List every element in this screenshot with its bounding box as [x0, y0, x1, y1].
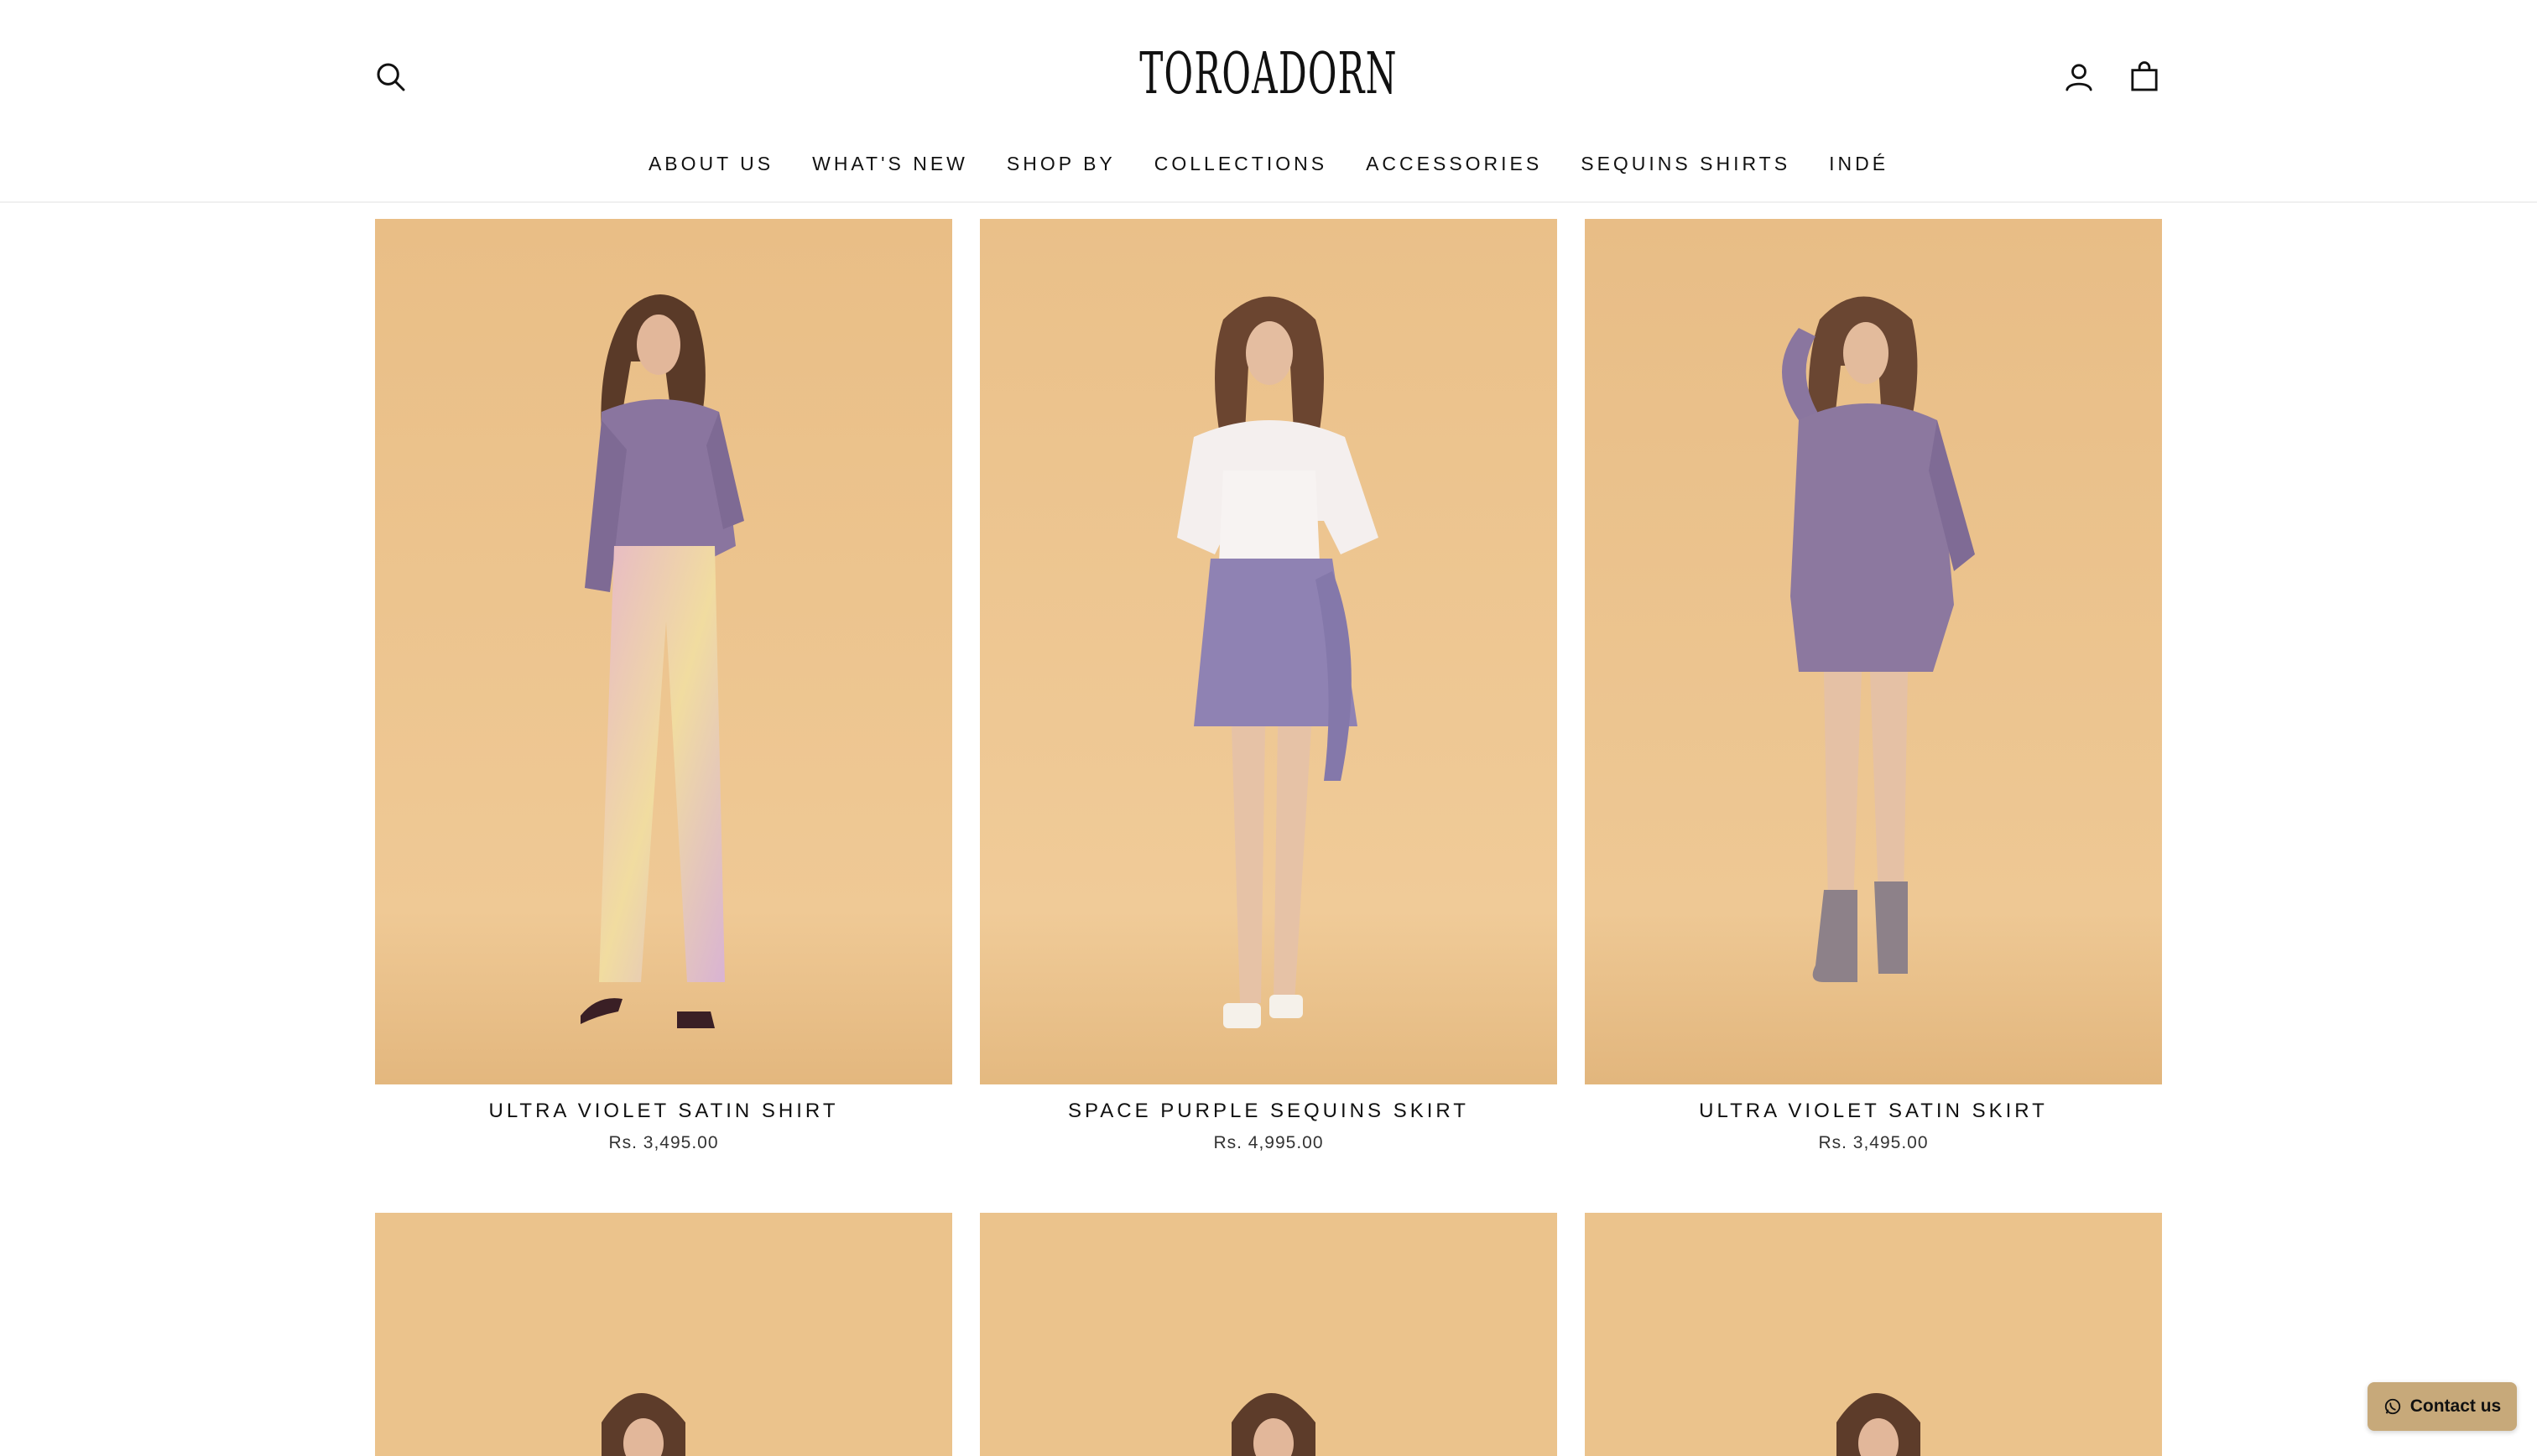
product-title[interactable]: ULTRA VIOLET SATIN SHIRT: [375, 1100, 952, 1123]
product-image[interactable]: [980, 1213, 1557, 1456]
whatsapp-icon: [2384, 1398, 2400, 1415]
contact-us-label: Contact us: [2409, 1396, 2502, 1416]
nav-item-whats-new[interactable]: WHAT'S NEW: [812, 148, 968, 186]
product-price: Rs. 4,995.00: [1213, 1133, 1324, 1152]
user-icon: [2066, 64, 2092, 91]
product-price: Rs. 3,495.00: [1818, 1133, 1929, 1152]
contact-us-button[interactable]: Contact us: [2368, 1382, 2517, 1431]
product-price: Rs. 3,495.00: [608, 1133, 719, 1152]
brand-logo[interactable]: TOROADORN: [1139, 40, 1396, 107]
product-image[interactable]: [1585, 1213, 2162, 1456]
nav-item-accessories[interactable]: ACCESSORIES: [1366, 148, 1542, 186]
site-header: TOROADORN ABOUT US WHAT'S NEW SHOP BY CO…: [0, 0, 2537, 203]
account-button[interactable]: [2055, 54, 2102, 101]
product-card[interactable]: SPACE PURPLE SEQUINS SKIRT Rs. 4,995.00: [980, 219, 1557, 1153]
product-image[interactable]: [375, 1213, 952, 1456]
nav-item-collections[interactable]: COLLECTIONS: [1154, 148, 1327, 186]
product-card[interactable]: ULTRA VIOLET SATIN SKIRT Rs. 3,495.00: [1585, 219, 2162, 1153]
product-image[interactable]: [980, 219, 1557, 1084]
product-image[interactable]: [1585, 219, 2162, 1084]
search-button[interactable]: [367, 54, 414, 101]
product-title[interactable]: SPACE PURPLE SEQUINS SKIRT: [980, 1100, 1557, 1123]
search-icon: [377, 63, 405, 91]
product-image[interactable]: [375, 219, 952, 1084]
cart-button[interactable]: [2121, 54, 2168, 101]
nav-item-inde[interactable]: INDÉ: [1829, 148, 1888, 186]
nav-item-about-us[interactable]: ABOUT US: [649, 148, 774, 186]
nav-item-sequins-shirts[interactable]: SEQUINS SHIRTS: [1581, 148, 1790, 186]
product-card[interactable]: ULTRA VIOLET SATIN SHIRT Rs. 3,495.00: [375, 219, 952, 1153]
nav-item-shop-by[interactable]: SHOP BY: [1007, 148, 1116, 186]
main-nav: ABOUT US WHAT'S NEW SHOP BY COLLECTIONS …: [0, 148, 2537, 186]
product-title[interactable]: ULTRA VIOLET SATIN SKIRT: [1585, 1100, 2162, 1123]
bag-icon: [2131, 61, 2158, 91]
